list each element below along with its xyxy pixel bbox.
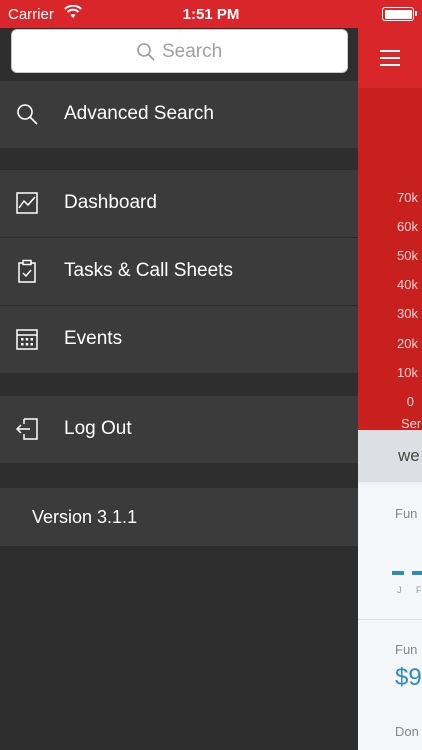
card-value: $9 [395, 664, 422, 691]
menu-item-log-out[interactable]: Log Out [0, 396, 358, 463]
menu-item-label: Log Out [64, 418, 132, 439]
log-out-icon [15, 418, 38, 440]
funds-total-card: Fun $9 Don [358, 620, 422, 750]
card-label: Fun [395, 642, 418, 657]
month-label: J [397, 585, 402, 595]
y-tick: 70k [397, 190, 418, 205]
menu-item-tasks-call-sheets[interactable]: Tasks & Call Sheets [0, 238, 358, 305]
y-tick: 30k [397, 306, 418, 321]
chart-icon [16, 192, 38, 214]
month-label: F [416, 585, 422, 595]
x-axis-label: Ser [401, 416, 422, 431]
y-tick: 0 [406, 394, 414, 409]
clipboard-check-icon [18, 259, 36, 283]
battery-icon [382, 7, 417, 21]
status-time: 1:51 PM [182, 6, 240, 23]
menu-item-advanced-search[interactable]: Advanced Search [0, 81, 358, 148]
background-dashboard: 70k 60k 50k 40k 30k 20k 10k 0 Ser we Fun… [358, 28, 422, 750]
y-tick: 40k [397, 277, 418, 292]
y-tick: 20k [397, 336, 418, 351]
menu-item-label: Dashboard [64, 192, 157, 213]
menu-icon[interactable] [380, 50, 400, 68]
week-selector[interactable]: we [358, 430, 422, 482]
search-icon [17, 104, 38, 125]
search-icon [137, 43, 155, 61]
menu-item-label: Tasks & Call Sheets [64, 260, 233, 281]
menu-item-dashboard[interactable]: Dashboard [0, 170, 358, 237]
search-bar [0, 28, 358, 80]
y-tick: 50k [397, 248, 418, 263]
y-tick: 60k [397, 219, 418, 234]
version-info: Version 3.1.1 [0, 488, 358, 546]
menu-item-label: Events [64, 328, 123, 349]
search-field-container[interactable] [11, 29, 348, 73]
menu-item-events[interactable]: Events [0, 306, 358, 373]
menu-item-label: Advanced Search [64, 103, 214, 124]
card-label: Fun [395, 506, 418, 521]
side-drawer: Advanced Search Dashboard Tasks & Call S… [0, 28, 358, 750]
calendar-icon [16, 329, 38, 350]
sparkline-segment [392, 571, 404, 575]
card-sub-label: Don [395, 724, 419, 739]
background-chart: 70k 60k 50k 40k 30k 20k 10k 0 Ser [358, 88, 422, 431]
funds-card: Fun J F [358, 484, 422, 620]
version-label: Version 3.1.1 [32, 507, 138, 527]
search-input[interactable] [162, 38, 332, 66]
background-nav-bar [358, 28, 422, 88]
week-label: we [398, 446, 420, 465]
sparkline-segment [412, 571, 422, 575]
status-bar: Carrier 1:51 PM [0, 0, 422, 28]
y-tick: 10k [397, 365, 418, 380]
